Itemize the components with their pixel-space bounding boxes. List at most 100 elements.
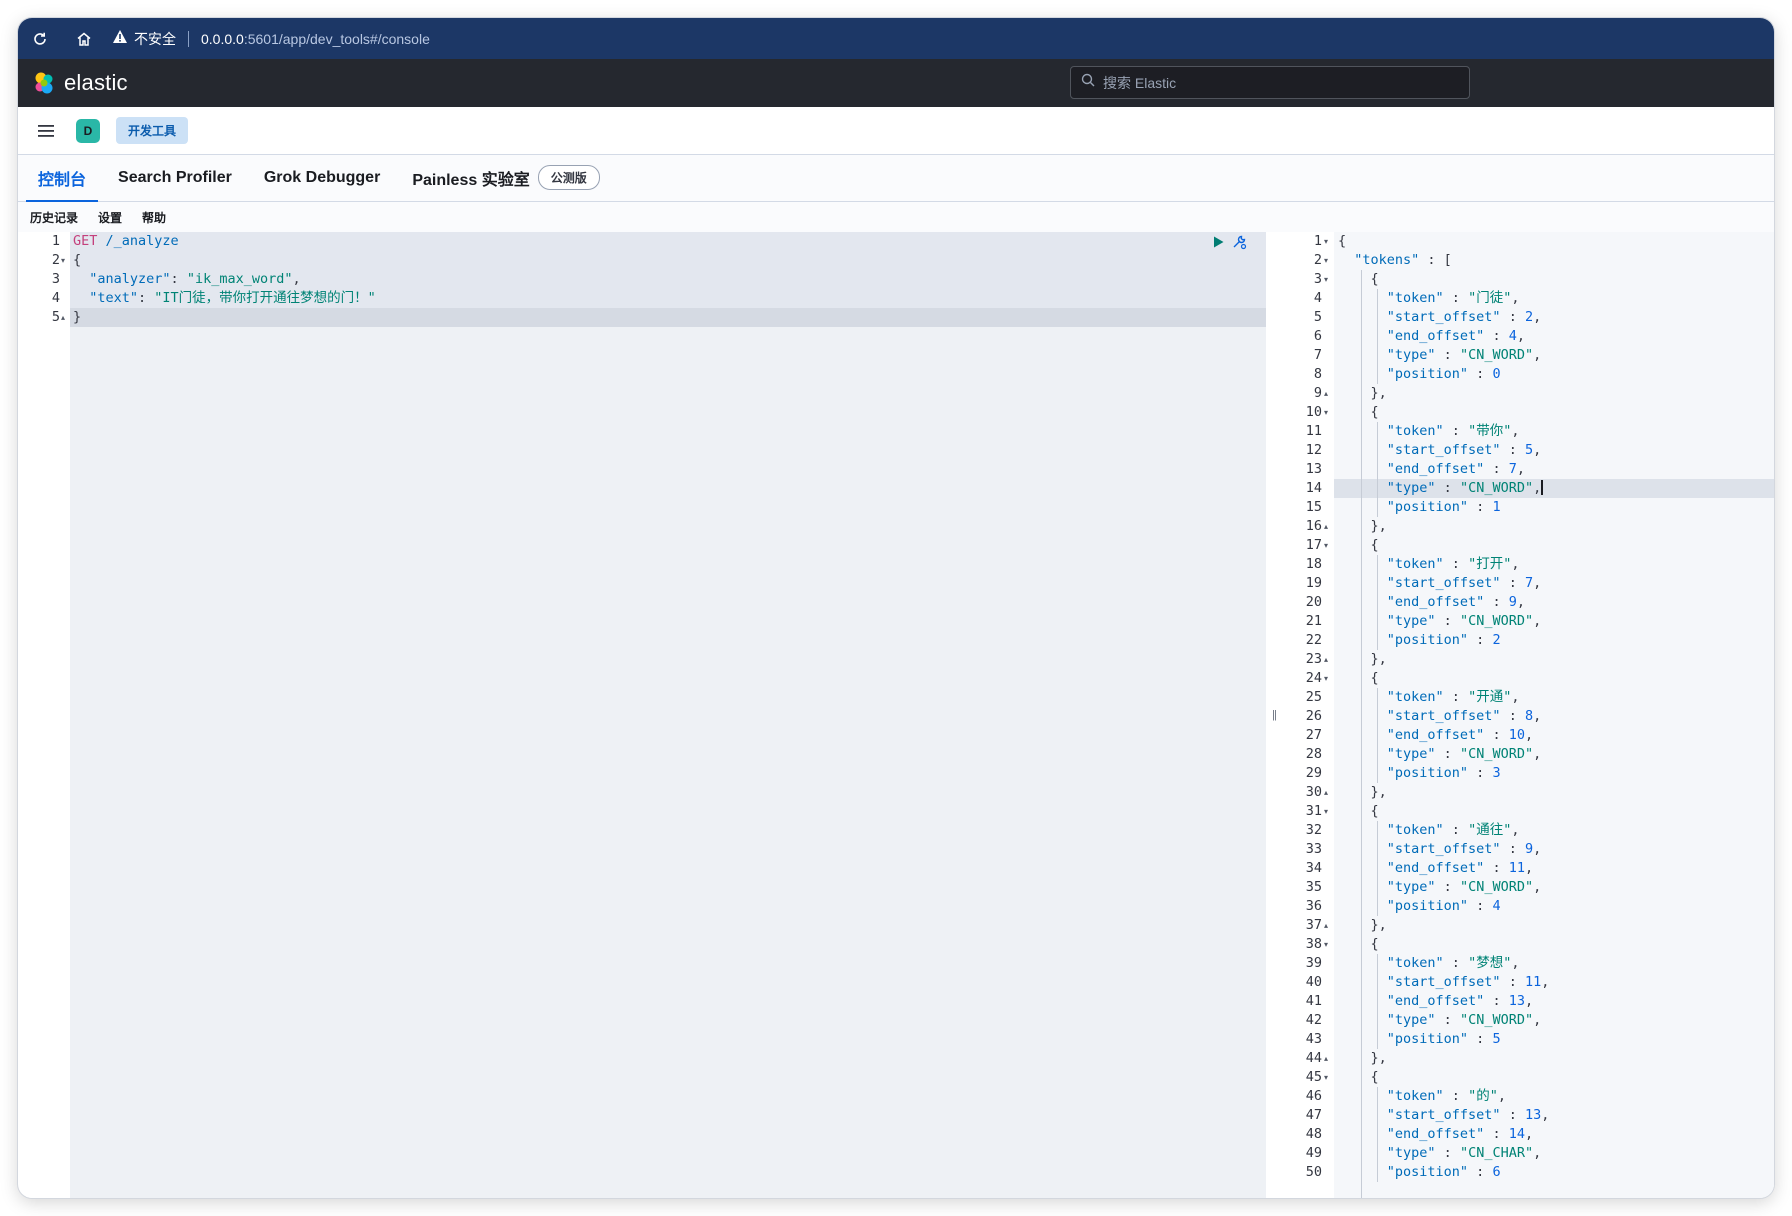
code-line: "token" : "梦想", bbox=[1338, 954, 1520, 973]
fold-toggle-icon[interactable]: ▾ bbox=[61, 256, 65, 265]
code-token: , bbox=[1516, 461, 1525, 477]
line-number: 8 bbox=[1313, 366, 1322, 382]
fold-toggle-icon[interactable]: ▾ bbox=[1324, 674, 1328, 683]
elastic-logo[interactable]: elastic bbox=[32, 70, 128, 96]
search-input[interactable] bbox=[1103, 74, 1463, 91]
code-token: : bbox=[1500, 974, 1525, 990]
code-token: "end_offset" bbox=[1338, 727, 1485, 743]
tab-grok-debugger[interactable]: Grok Debugger bbox=[252, 154, 392, 201]
code-token: "end_offset" bbox=[1338, 860, 1485, 876]
line-number: 20 bbox=[1305, 594, 1322, 610]
wrench-icon[interactable] bbox=[1230, 232, 1248, 251]
code-token: "type" bbox=[1338, 1012, 1436, 1028]
code-token: "end_offset" bbox=[1338, 1126, 1485, 1142]
fold-toggle-icon[interactable]: ▾ bbox=[1324, 807, 1328, 816]
code-token: : bbox=[1443, 290, 1469, 306]
code-token: "end_offset" bbox=[1338, 594, 1485, 610]
beta-badge: 公测版 bbox=[537, 165, 600, 190]
code-token: } bbox=[73, 309, 82, 325]
line-number: 15 bbox=[1305, 499, 1322, 515]
address-field[interactable]: 不安全 0.0.0.0:5601/app/dev_tools#/console bbox=[112, 29, 430, 49]
fold-toggle-icon[interactable]: ▴ bbox=[1324, 921, 1328, 930]
code-token: 7 bbox=[1508, 461, 1517, 477]
code-token: "start_offset" bbox=[1338, 708, 1501, 724]
breadcrumb-bar: D 开发工具 bbox=[18, 107, 1774, 155]
code-token: : bbox=[1484, 1126, 1509, 1142]
code-token: , bbox=[1511, 556, 1520, 572]
security-label: 不安全 bbox=[134, 30, 176, 47]
code-line: "text": "IT门徒，带你打开通往梦想的门！" bbox=[73, 289, 376, 308]
request-editor[interactable]: 1 2 ▾ 3 4 5 ▴ GET /_analyze{ "analyzer": "ik_m… bbox=[26, 232, 1266, 1198]
home-icon[interactable] bbox=[62, 18, 106, 59]
tab-label: Search Profiler bbox=[118, 168, 232, 186]
code-token: "end_offset" bbox=[1338, 993, 1485, 1009]
space-avatar[interactable]: D bbox=[76, 118, 100, 143]
code-token: , bbox=[292, 271, 301, 287]
global-search[interactable] bbox=[1070, 66, 1470, 99]
code-line: "tokens" : [ bbox=[1338, 251, 1452, 270]
code-line: "token" : "的", bbox=[1338, 1087, 1506, 1106]
line-number: 33 bbox=[1305, 841, 1322, 857]
fold-toggle-icon[interactable]: ▴ bbox=[1324, 389, 1328, 398]
tab-console[interactable]: 控制台 bbox=[26, 154, 99, 202]
code-line: "position" : 0 bbox=[1338, 365, 1501, 384]
fold-toggle-icon[interactable]: ▴ bbox=[1324, 788, 1328, 797]
line-number: 7 bbox=[1313, 347, 1322, 363]
code-token: 5 bbox=[1492, 1031, 1501, 1047]
line-number: 29 bbox=[1305, 765, 1322, 781]
code-token: : bbox=[1443, 556, 1469, 572]
line-number: 48 bbox=[1305, 1126, 1322, 1142]
reload-icon[interactable] bbox=[18, 18, 62, 59]
tab-label: Painless 实验室 bbox=[412, 171, 530, 189]
request-text-area[interactable]: GET /_analyze{ "analyzer": "ik_max_word"… bbox=[70, 232, 1266, 1198]
fold-toggle-icon[interactable]: ▴ bbox=[1324, 655, 1328, 664]
code-line: "position" : 3 bbox=[1338, 764, 1501, 783]
fold-toggle-icon[interactable]: ▾ bbox=[1324, 408, 1328, 417]
tab-painless-lab[interactable]: Painless 实验室 公测版 bbox=[400, 154, 611, 201]
menu-help[interactable]: 帮助 bbox=[142, 209, 166, 226]
code-token: 1 bbox=[1492, 499, 1501, 515]
code-token: , bbox=[1533, 480, 1542, 496]
code-token: "打开" bbox=[1468, 556, 1512, 572]
fold-toggle-icon[interactable]: ▴ bbox=[1324, 522, 1328, 531]
line-number: 47 bbox=[1305, 1107, 1322, 1123]
line-number: 25 bbox=[1305, 689, 1322, 705]
line-number: 22 bbox=[1305, 632, 1322, 648]
fold-toggle-icon[interactable]: ▴ bbox=[1324, 1054, 1328, 1063]
menu-history[interactable]: 历史记录 bbox=[30, 209, 78, 226]
menu-toggle-button[interactable] bbox=[22, 107, 70, 155]
code-token: "end_offset" bbox=[1338, 328, 1485, 344]
fold-toggle-icon[interactable]: ▾ bbox=[1324, 1073, 1328, 1082]
fold-toggle-icon[interactable]: ▾ bbox=[1324, 940, 1328, 949]
fold-toggle-icon[interactable]: ▴ bbox=[61, 313, 65, 322]
address-separator bbox=[188, 30, 189, 47]
response-viewer[interactable]: 1 ▾ 2 ▾ 3 ▾ 4 5 6 7 8 9 ▴ 10 ▾ 11 12 13 14 15 16 ▴ 17 ▾ 18 19 20 21… bbox=[1282, 232, 1774, 1198]
code-line: { bbox=[1338, 270, 1379, 289]
fold-toggle-icon[interactable]: ▾ bbox=[1324, 256, 1328, 265]
response-text-area[interactable]: { "tokens" : [ { "token" : "门徒", "start_… bbox=[1334, 232, 1774, 1198]
editor-resize-handle[interactable]: || bbox=[1266, 232, 1282, 1198]
tab-search-profiler[interactable]: Search Profiler bbox=[106, 154, 244, 201]
line-number: 5 bbox=[1313, 309, 1322, 325]
code-token: "start_offset" bbox=[1338, 974, 1501, 990]
code-token: , bbox=[1497, 1088, 1506, 1104]
code-token: "token" bbox=[1338, 955, 1444, 971]
code-line: { bbox=[1338, 802, 1379, 821]
fold-toggle-icon[interactable]: ▾ bbox=[1324, 237, 1328, 246]
code-token: }, bbox=[1338, 1050, 1387, 1066]
code-line: }, bbox=[1338, 783, 1387, 802]
code-line: }, bbox=[1338, 1049, 1387, 1068]
line-number: 28 bbox=[1305, 746, 1322, 762]
line-number: 30 bbox=[1305, 784, 1322, 800]
code-token: , bbox=[1533, 1012, 1542, 1028]
fold-toggle-icon[interactable]: ▾ bbox=[1324, 541, 1328, 550]
play-icon[interactable] bbox=[1210, 232, 1226, 251]
fold-toggle-icon[interactable]: ▾ bbox=[1324, 275, 1328, 284]
code-token: "end_offset" bbox=[1338, 461, 1485, 477]
code-token: : bbox=[1468, 632, 1493, 648]
code-token: 9 bbox=[1524, 841, 1534, 857]
url-path: :5601/app/dev_tools#/console bbox=[243, 30, 430, 47]
code-token: : bbox=[1435, 879, 1460, 895]
request-gutter: 1 2 ▾ 3 4 5 ▴ bbox=[26, 232, 70, 1198]
menu-settings[interactable]: 设置 bbox=[98, 209, 122, 226]
